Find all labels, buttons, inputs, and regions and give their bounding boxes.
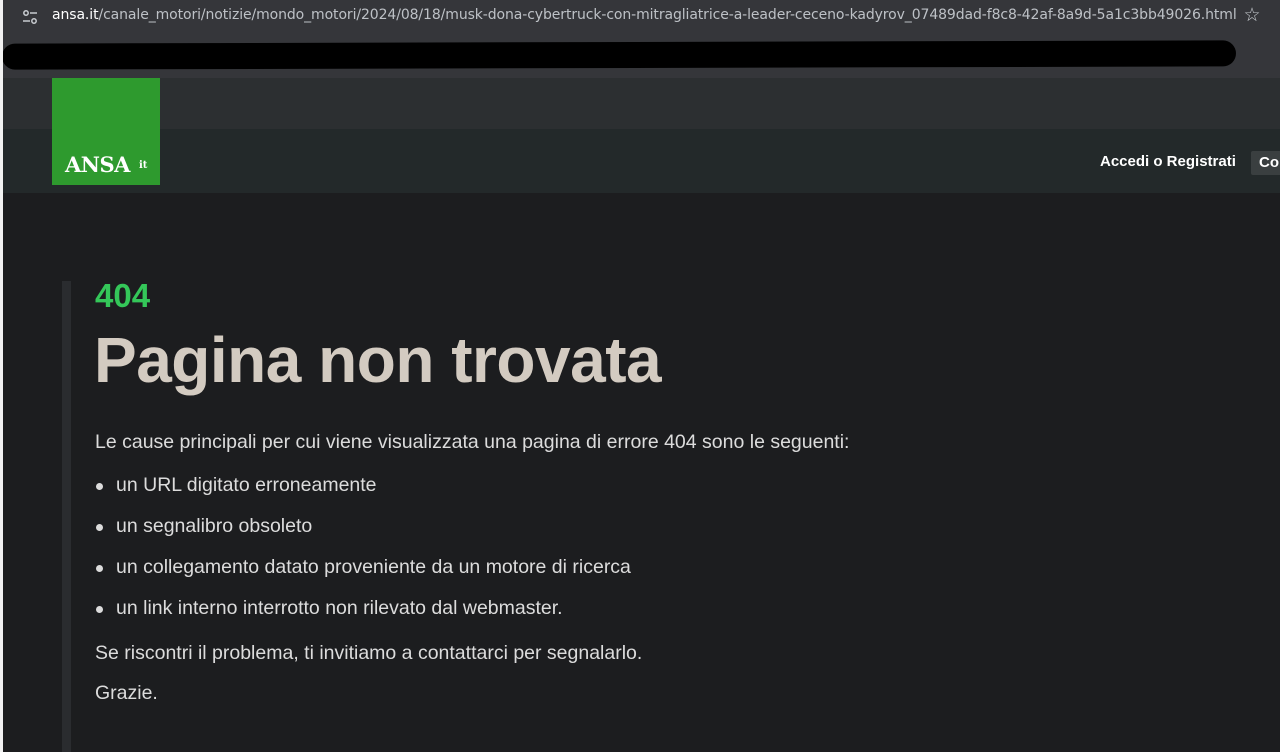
bullet-dot [96,483,103,490]
contact-text: Se riscontri il problema, ti invitiamo a… [95,642,643,664]
list-item: un URL digitato erroneamente [116,474,377,496]
page-title: Pagina non trovata [94,324,662,396]
bullet-dot [96,606,103,613]
url-path: /canale_motori/notizie/mondo_motori/2024… [98,7,1237,23]
list-item: un collegamento datato proveniente da un… [116,556,631,578]
tune-icon[interactable] [21,8,39,26]
url-text[interactable]: ansa.it/canale_motori/notizie/mondo_moto… [52,7,1237,23]
thanks-text: Grazie. [95,682,158,704]
nav-button[interactable]: Co [1251,151,1280,175]
ansa-logo[interactable]: ANSA it [52,78,160,185]
redaction-mark [1,40,1237,70]
nav-button-label: Co [1259,154,1279,171]
window-edge [0,0,3,752]
logo-text: ANSA [65,152,130,177]
bullet-dot [96,524,103,531]
url-host: ansa.it [52,7,99,23]
intro-text: Le cause principali per cui viene visual… [95,431,850,453]
error-code: 404 [95,277,151,314]
logo-suffix: it [139,160,148,171]
site-top-bar [3,78,1280,129]
list-item: un link interno interrotto non rilevato … [116,597,563,619]
bullet-dot [96,565,103,572]
list-item: un segnalibro obsoleto [116,515,313,537]
star-icon[interactable]: ☆ [1241,5,1263,27]
login-link[interactable]: Accedi o Registrati [1100,153,1236,170]
address-bar[interactable]: ansa.it/canale_motori/notizie/mondo_moto… [3,0,1280,33]
content-accent-bar [62,281,71,752]
site-nav-bar [3,129,1280,193]
